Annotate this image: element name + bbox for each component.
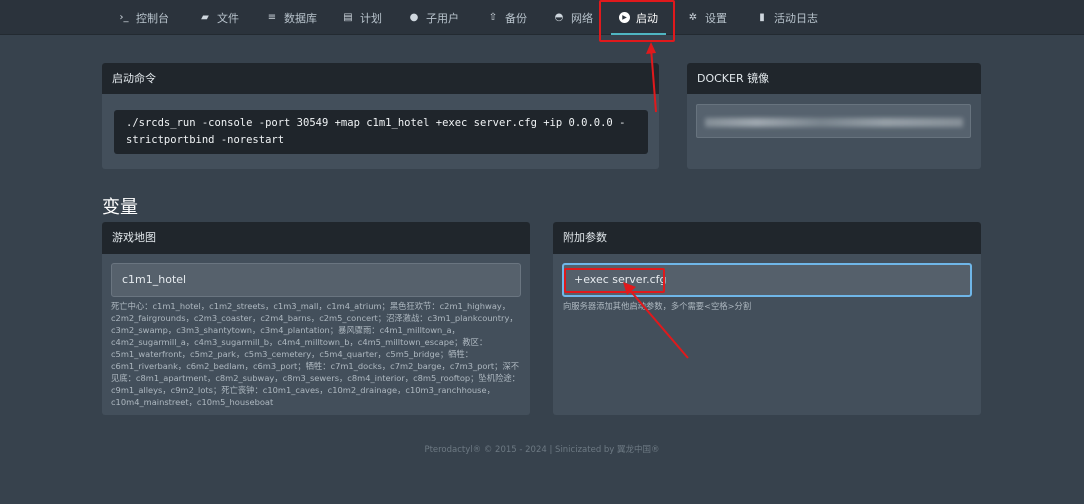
nav-label: 数据库 xyxy=(284,11,317,25)
additional-params-panel: 附加参数 xyxy=(553,222,981,415)
startup-command-panel: 启动命令 ./srcds_run -console -port 30549 +m… xyxy=(102,63,659,169)
docker-image-select[interactable] xyxy=(696,104,971,138)
panel-title: 游戏地图 xyxy=(102,222,530,254)
calendar-icon: ▤ xyxy=(343,12,353,23)
startup-command: ./srcds_run -console -port 30549 +map c1… xyxy=(114,110,648,154)
annotation-box-nav xyxy=(599,0,675,42)
nav-label: 网络 xyxy=(571,11,593,25)
panel-title: 附加参数 xyxy=(553,222,981,254)
nav-backups[interactable]: ⇧ 备份 xyxy=(487,0,527,35)
nav-subusers[interactable]: ● 子用户 xyxy=(408,0,459,35)
upload-icon: ⇧ xyxy=(488,12,498,23)
game-map-input[interactable]: c1m1_hotel xyxy=(111,263,521,297)
folder-icon: ▰ xyxy=(201,12,209,23)
variables-heading: 变量 xyxy=(102,197,138,218)
nav-network[interactable]: ◓ 网络 xyxy=(553,0,593,35)
nav-label: 控制台 xyxy=(136,11,169,25)
nav-console[interactable]: ›_ 控制台 xyxy=(118,0,170,35)
terminal-icon: ›_ xyxy=(119,12,129,23)
nav-label: 设置 xyxy=(705,11,727,25)
panel-title: 启动命令 xyxy=(102,63,659,94)
nav-label: 文件 xyxy=(217,11,239,25)
nav-files[interactable]: ▰ 文件 xyxy=(199,0,239,35)
cogs-icon: ✲ xyxy=(688,12,698,23)
nav-settings[interactable]: ✲ 设置 xyxy=(687,0,727,35)
nav-label: 子用户 xyxy=(426,11,459,25)
footer-copyright: Pterodactyl® © 2015 - 2024 | Sinicizated… xyxy=(424,445,660,455)
nav-label: 活动日志 xyxy=(774,11,818,25)
network-icon: ◓ xyxy=(554,12,564,23)
docker-image-panel: DOCKER 镜像 xyxy=(687,63,981,169)
arrow-head-nav xyxy=(646,42,656,54)
nav-schedules[interactable]: ▤ 计划 xyxy=(342,0,382,35)
nav-databases[interactable]: ≡ 数据库 xyxy=(266,0,317,35)
database-icon: ≡ xyxy=(267,12,277,23)
game-map-help: 死亡中心：c1m1_hotel，c1m2_streets，c1m3_mall，c… xyxy=(111,301,520,407)
nav-label: 计划 xyxy=(360,11,382,25)
nav-activity[interactable]: ▮ 活动日志 xyxy=(756,0,818,35)
top-navigation: ›_ 控制台 ▰ 文件 ≡ 数据库 ▤ 计划 ● 子用户 ⇧ 备份 ◓ 网络 ▶… xyxy=(0,0,1084,35)
blurred-value xyxy=(705,118,963,127)
nav-label: 备份 xyxy=(505,11,527,25)
users-icon: ● xyxy=(409,12,419,23)
panel-title: DOCKER 镜像 xyxy=(687,63,981,94)
book-icon: ▮ xyxy=(759,12,765,23)
additional-params-help: 向服务器添加其他启动参数，多个需要<空格>分割 xyxy=(563,301,752,311)
annotation-box-input xyxy=(564,268,665,293)
